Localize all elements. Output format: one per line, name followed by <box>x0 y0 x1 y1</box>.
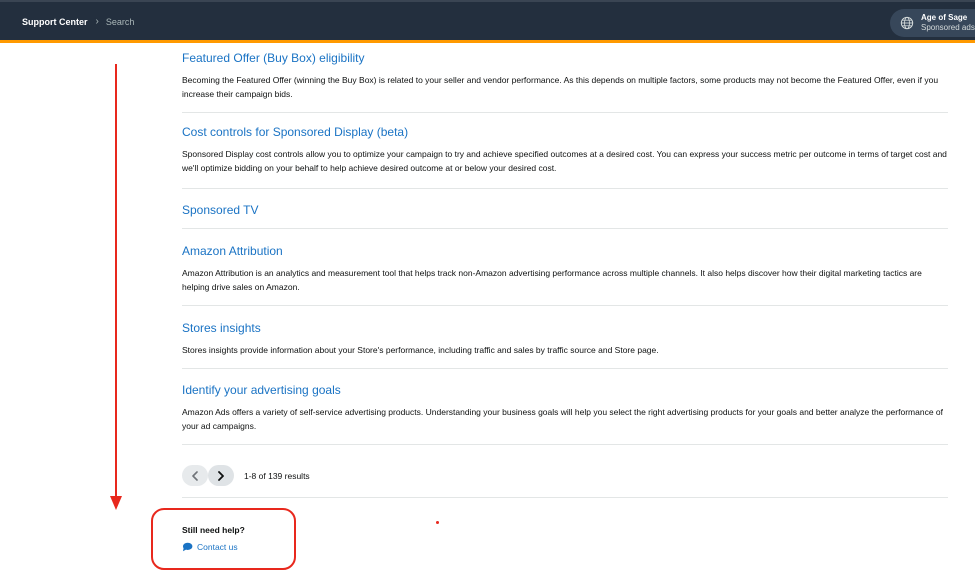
breadcrumb-home-link[interactable]: Support Center <box>22 17 88 27</box>
breadcrumb: Support Center › Search <box>22 16 134 27</box>
result-title-link[interactable]: Stores insights <box>182 321 948 335</box>
globe-icon <box>900 16 914 30</box>
result-item: Sponsored TV <box>182 189 948 229</box>
account-switcher[interactable]: Age of Sage Sponsored ads <box>890 9 975 37</box>
previous-page-button[interactable] <box>182 465 208 486</box>
annotation-highlight-box <box>151 508 296 570</box>
search-results-list: Featured Offer (Buy Box) eligibility Bec… <box>182 49 948 445</box>
account-type: Sponsored ads <box>921 23 975 32</box>
result-summary: Sponsored Display cost controls allow yo… <box>182 149 947 173</box>
result-summary: Amazon Attribution is an analytics and m… <box>182 268 922 292</box>
result-summary: Becoming the Featured Offer (winning the… <box>182 75 939 99</box>
top-navigation-bar: Support Center › Search Age of Sage Spon… <box>0 0 975 43</box>
result-title-link[interactable]: Sponsored TV <box>182 203 948 217</box>
result-item: Cost controls for Sponsored Display (bet… <box>182 113 948 189</box>
annotation-down-arrow <box>110 64 122 510</box>
next-page-button[interactable] <box>208 465 234 486</box>
breadcrumb-separator: › <box>95 16 99 27</box>
breadcrumb-current: Search <box>105 16 135 27</box>
results-count: 1-8 of 139 results <box>244 470 310 481</box>
pagination: 1-8 of 139 results <box>182 465 310 486</box>
header-top-line <box>0 0 975 2</box>
result-item: Identify your advertising goals Amazon A… <box>182 369 948 445</box>
result-item: Amazon Attribution Amazon Attribution is… <box>182 229 948 306</box>
account-names: Age of Sage Sponsored ads <box>921 13 975 33</box>
result-title-link[interactable]: Featured Offer (Buy Box) eligibility <box>182 51 948 65</box>
chevron-left-icon <box>192 470 198 481</box>
result-title-link[interactable]: Identify your advertising goals <box>182 383 948 397</box>
result-summary: Stores insights provide information abou… <box>182 345 659 355</box>
result-item: Stores insights Stores insights provide … <box>182 306 948 369</box>
result-item: Featured Offer (Buy Box) eligibility Bec… <box>182 49 948 113</box>
result-summary: Amazon Ads offers a variety of self-serv… <box>182 407 943 431</box>
account-name: Age of Sage <box>921 13 968 22</box>
divider <box>182 497 948 498</box>
chevron-right-icon <box>218 470 224 481</box>
annotation-dot <box>436 521 439 524</box>
result-title-link[interactable]: Amazon Attribution <box>182 244 948 258</box>
result-title-link[interactable]: Cost controls for Sponsored Display (bet… <box>182 125 948 139</box>
